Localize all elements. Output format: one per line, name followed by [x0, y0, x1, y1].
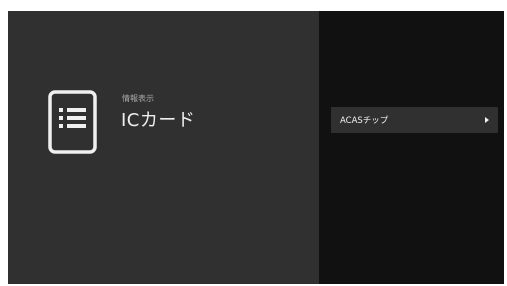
- menu-item-acas-chip[interactable]: ACASチップ: [331, 107, 498, 133]
- chevron-right-icon: [485, 117, 489, 123]
- page-title: ICカード: [121, 110, 196, 131]
- section-subtitle: 情報表示: [122, 94, 154, 103]
- menu-item-label: ACASチップ: [340, 116, 389, 126]
- tv-settings-screen: 情報表示 ICカード ACASチップ: [8, 11, 504, 284]
- info-panel: 情報表示 ICカード: [8, 11, 319, 284]
- document-list-icon: [48, 90, 97, 154]
- menu-panel: ACASチップ: [319, 11, 504, 284]
